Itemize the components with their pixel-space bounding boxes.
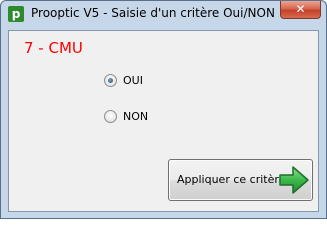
title-bar[interactable]: p Prooptic V5 - Saisie d'un critère Oui/… [1,1,326,30]
apply-criterion-button[interactable]: Appliquer ce critère [168,159,313,201]
radio-selected-dot [108,78,113,83]
dialog-window: p Prooptic V5 - Saisie d'un critère Oui/… [0,0,327,219]
radio-non[interactable] [104,110,117,123]
green-arrow-right-icon [279,166,309,194]
close-button[interactable]: ✕ [280,1,321,19]
option-non-label[interactable]: NON [123,109,148,125]
apply-criterion-label: Appliquer ce critère [177,173,286,186]
radio-oui[interactable] [104,74,117,87]
dialog-content: 7 - CMU OUI NON Appliquer ce critère [8,30,319,212]
window-title: Prooptic V5 - Saisie d'un critère Oui/NO… [31,6,275,20]
close-icon: ✕ [295,2,306,16]
criterion-title: 7 - CMU [24,39,83,57]
app-icon: p [8,6,24,22]
option-oui-label[interactable]: OUI [123,73,143,89]
